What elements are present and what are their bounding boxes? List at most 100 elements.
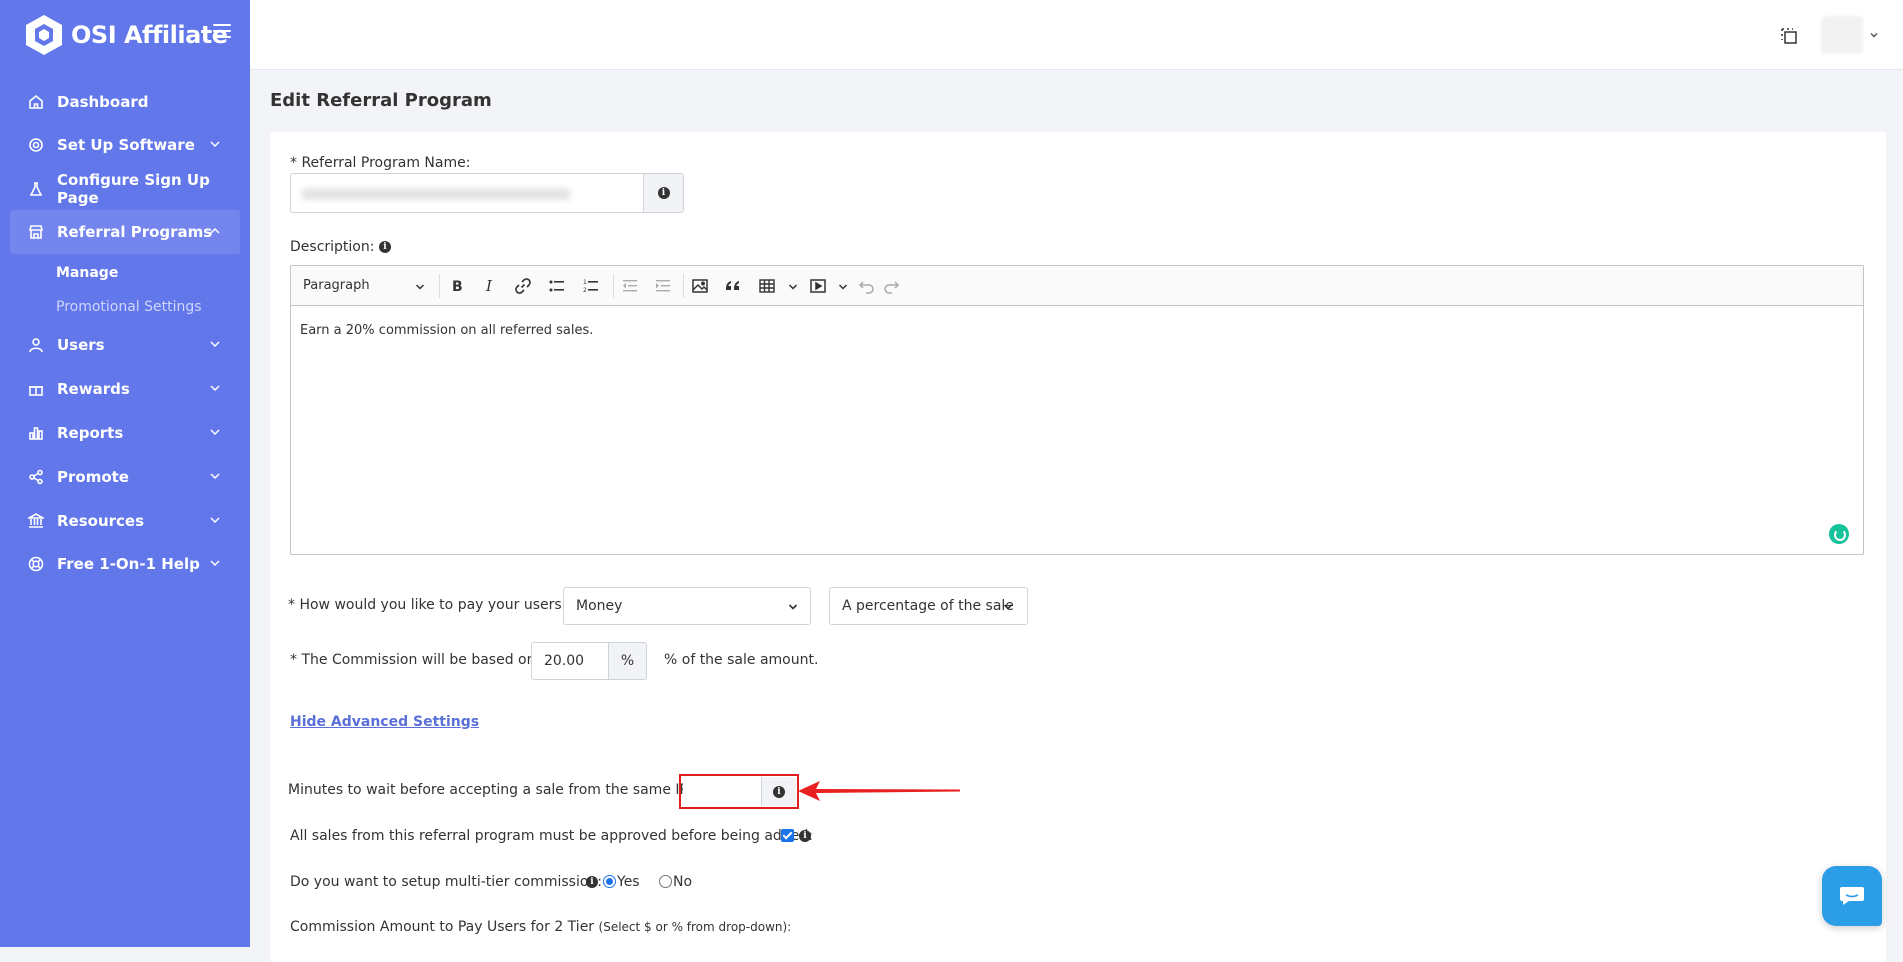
bold-icon[interactable]: B [447,276,467,296]
info-icon[interactable]: i [799,830,811,842]
multitier-no-radio[interactable] [659,875,672,888]
chevron-down-icon [415,284,425,290]
top-bar [250,0,1903,70]
italic-icon[interactable]: I [480,276,500,296]
commission-value-input[interactable]: 20.00 [531,642,609,680]
sidebar-item-label: Referral Programs [57,223,213,241]
editor-content[interactable]: Earn a 20% commission on all referred sa… [300,323,593,338]
pay-basis-value: A percentage of the sale [842,598,1014,614]
sidebar-item-configure-signup[interactable]: Configure Sign Up Page [10,167,240,211]
lifebuoy-icon [28,556,44,572]
link-icon[interactable] [513,276,533,296]
info-icon[interactable]: i [586,876,598,888]
sidebar-item-label: Users [57,336,105,354]
ip-wait-label: Minutes to wait before accepting a sale … [288,782,693,798]
program-name-input[interactable]: i [290,173,684,213]
svg-text:I: I [485,277,493,295]
chevron-down-icon [210,560,220,567]
chevron-up-icon [210,227,220,234]
sidebar-item-resources[interactable]: Resources [10,499,240,543]
undo-icon[interactable] [857,276,877,296]
tier2-hint: (Select $ or % from drop-down): [598,920,792,934]
pay-type-select[interactable]: Money [563,587,811,625]
chevron-down-icon [210,429,220,436]
tier2-label: Commission Amount to Pay Users for 2 Tie… [290,919,791,935]
share-icon [28,469,44,485]
avatar[interactable] [1821,16,1863,54]
pay-basis-select[interactable]: A percentage of the sale [829,587,1028,625]
sidebar-subitem-manage[interactable]: Manage [56,265,118,281]
multitier-yes-radio[interactable] [603,875,616,888]
hide-advanced-settings-link[interactable]: Hide Advanced Settings [290,714,479,730]
program-name-info-button[interactable]: i [643,174,683,212]
sidebar-item-rewards[interactable]: Rewards [10,367,240,411]
info-icon[interactable]: i [378,241,391,253]
sidebar-item-label: Dashboard [57,93,149,111]
commission-label: * The Commission will be based on [290,652,536,668]
commission-unit-addon: % [608,642,647,680]
chat-icon [1840,887,1864,905]
sidebar-item-free-help[interactable]: Free 1-On-1 Help [10,542,240,586]
editor-toolbar: Paragraph B I 12 [291,266,1863,306]
paragraph-format-dropdown[interactable]: Paragraph [303,278,370,293]
multitier-yes-label[interactable]: Yes [617,874,640,890]
hexagon-logo-icon [26,15,62,55]
sidebar-item-users[interactable]: Users [10,323,240,367]
fullscreen-icon[interactable] [1779,26,1799,46]
grammarly-icon[interactable] [1829,524,1849,544]
sidebar-item-reports[interactable]: Reports [10,411,240,455]
svg-text:B: B [452,279,463,295]
outdent-icon[interactable] [620,276,640,296]
chevron-down-icon[interactable] [788,282,798,292]
gift-icon [28,381,44,397]
chevron-down-icon[interactable] [838,282,848,292]
home-icon [28,94,44,110]
sidebar-item-promote[interactable]: Promote [10,455,240,499]
image-icon[interactable] [690,276,710,296]
gear-icon [28,137,44,153]
indent-icon[interactable] [653,276,673,296]
chevron-down-icon [210,341,220,348]
multitier-label: Do you want to setup multi-tier commissi… [290,874,603,890]
toolbar-divider [683,274,684,298]
red-arrow-annotation [798,781,960,801]
chat-widget-button[interactable] [1822,866,1882,926]
sidebar-subitem-promotional-settings[interactable]: Promotional Settings [56,299,202,315]
redo-icon[interactable] [881,276,901,296]
info-icon: i [657,187,670,199]
sidebar: OSI Affiliate Dashboard Set Up Software … [0,0,250,947]
blockquote-icon[interactable] [723,276,743,296]
page-title: Edit Referral Program [270,90,492,111]
sidebar-item-referral-programs[interactable]: Referral Programs [10,210,240,254]
numbered-list-icon[interactable]: 12 [581,276,601,296]
approval-label: All sales from this referral program mus… [290,828,813,844]
pay-method-label: * How would you like to pay your users: [288,597,567,613]
chevron-down-icon [1003,604,1013,610]
bulleted-list-icon[interactable] [547,276,567,296]
chevron-down-icon [210,385,220,392]
media-embed-icon[interactable] [808,276,828,296]
chevron-down-icon [210,141,220,148]
chevron-down-icon [210,473,220,480]
chevron-down-icon[interactable] [1869,30,1879,40]
sidebar-item-setup-software[interactable]: Set Up Software [10,123,240,167]
menu-toggle-icon[interactable] [213,24,231,40]
pay-type-value: Money [576,598,623,614]
approval-checkbox[interactable] [781,829,794,842]
sidebar-item-dashboard[interactable]: Dashboard [10,80,240,124]
user-icon [28,337,44,353]
multitier-no-label[interactable]: No [673,874,692,890]
table-icon[interactable] [757,276,777,296]
program-name-label: * Referral Program Name: [290,155,471,171]
store-icon [28,224,44,240]
commission-suffix: % of the sale amount. [664,652,819,668]
toolbar-divider [439,274,440,298]
chevron-down-icon [788,604,798,610]
app-logo[interactable]: OSI Affiliate [24,14,228,56]
flask-icon [28,181,44,197]
svg-text:2: 2 [583,287,587,294]
sidebar-item-label: Promote [57,468,129,486]
sidebar-item-label: Set Up Software [57,136,195,154]
sidebar-item-label: Resources [57,512,145,530]
description-editor[interactable]: Paragraph B I 12 Earn a 20% commission o… [290,265,1864,555]
